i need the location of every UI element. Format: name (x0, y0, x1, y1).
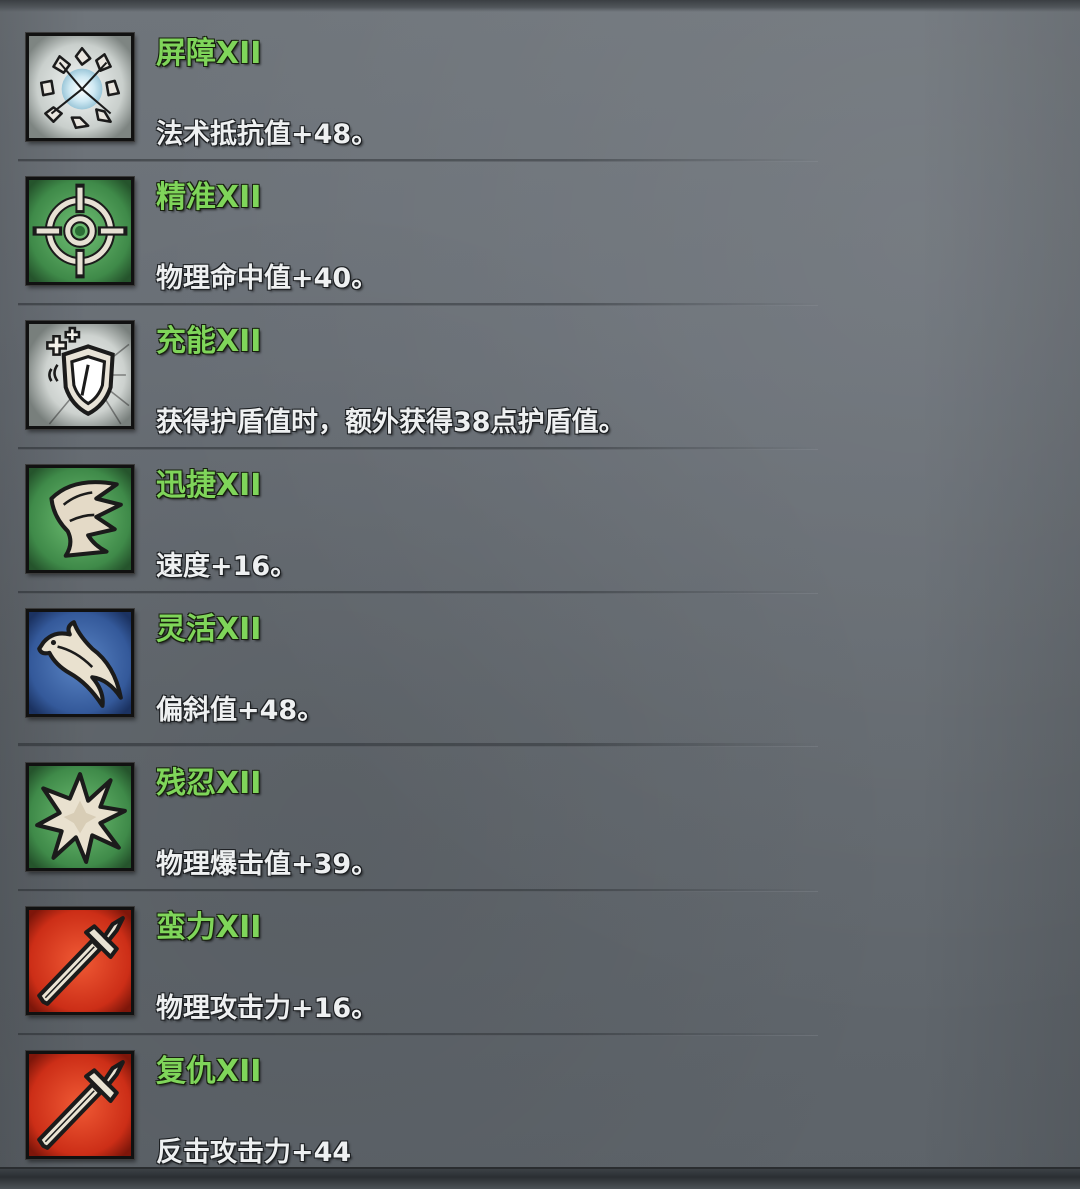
crosshair-target-icon (25, 176, 135, 286)
skill-title: 蛮力XII (156, 910, 262, 945)
skill-row[interactable]: 屏障XII 法术抵抗值+48。 (0, 0, 1080, 150)
agile-feather-icon (25, 608, 135, 718)
skill-title: 复仇XII (156, 1054, 262, 1089)
skill-title: 残忍XII (156, 766, 262, 801)
skill-description: 偏斜值+48。 (156, 695, 325, 726)
swift-wing-icon (25, 464, 135, 574)
sword-icon (25, 906, 135, 1016)
shatter-burst-icon (25, 32, 135, 142)
skill-title: 屏障XII (156, 36, 262, 71)
skill-row[interactable]: 充能XII 获得护盾值时，额外获得38点护盾值。 (0, 288, 1080, 438)
skill-title: 灵活XII (156, 612, 262, 647)
skill-description: 反击攻击力+44 (156, 1137, 352, 1168)
skill-row[interactable]: 蛮力XII 物理攻击力+16。 (0, 874, 1080, 1024)
panel-bottom-edge (0, 1167, 1080, 1189)
skill-row[interactable]: 精准XII 物理命中值+40。 (0, 144, 1080, 294)
skill-title: 精准XII (156, 180, 262, 215)
starburst-icon (25, 762, 135, 872)
sword-icon (25, 1050, 135, 1160)
skill-row[interactable]: 迅捷XII 速度+16。 (0, 432, 1080, 582)
skill-row[interactable]: 灵活XII 偏斜值+48。 (0, 576, 1080, 726)
skill-title: 充能XII (156, 324, 262, 359)
skill-list-panel: 屏障XII 法术抵抗值+48。 精准XII 物理命中值+40。 充能XII 获得… (0, 0, 1080, 1189)
shield-plus-icon (25, 320, 135, 430)
skill-title: 迅捷XII (156, 468, 262, 503)
skill-row[interactable]: 残忍XII 物理爆击值+39。 (0, 730, 1080, 880)
skill-row[interactable]: 复仇XII 反击攻击力+44 (0, 1018, 1080, 1168)
